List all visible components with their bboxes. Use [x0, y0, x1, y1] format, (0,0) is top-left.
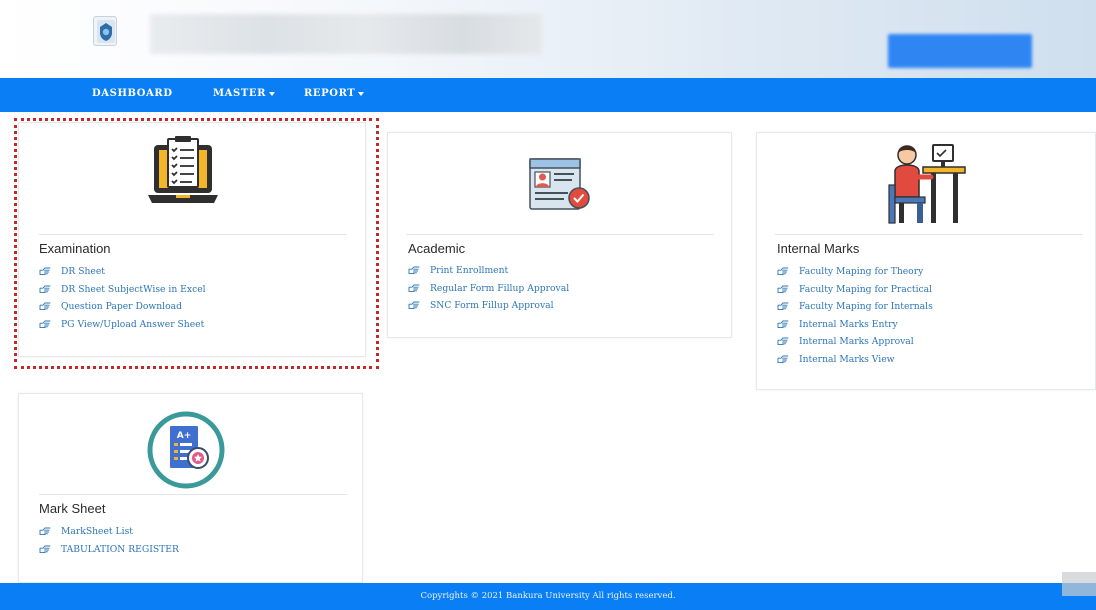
hand-point-right-icon: [39, 320, 51, 329]
academic-title: Academic: [408, 241, 466, 256]
grade-badge-text: A+: [177, 431, 192, 441]
hand-point-right-icon: [408, 266, 420, 275]
internal-marks-card: Internal Marks Faculty Maping for Theory…: [756, 132, 1096, 390]
hand-point-right-icon: [408, 301, 420, 310]
academic-card: Academic Print Enrollment Regular Form F…: [387, 132, 732, 338]
link-faculty-maping-theory[interactable]: Faculty Maping for Theory: [777, 263, 933, 281]
link-marksheet-list[interactable]: MarkSheet List: [39, 523, 179, 541]
footer: Copyrights © 2021 Bankura University All…: [0, 583, 1096, 610]
scroll-to-top-button[interactable]: [1062, 572, 1096, 596]
link-dr-sheet-subjectwise[interactable]: DR Sheet SubjectWise in Excel: [39, 281, 206, 299]
link-internal-marks-view[interactable]: Internal Marks View: [777, 351, 933, 369]
link-snc-form-fillup-approval[interactable]: SNC Form Fillup Approval: [408, 297, 569, 315]
laptop-checklist-icon: [148, 136, 218, 203]
id-card-icon: [529, 158, 590, 210]
academic-links: Print Enrollment Regular Form Fillup App…: [408, 262, 569, 315]
link-label: PG View/Upload Answer Sheet: [61, 318, 205, 330]
internal-marks-links: Faculty Maping for Theory Faculty Maping…: [777, 263, 933, 368]
hand-point-right-icon: [408, 284, 420, 293]
link-label: Print Enrollment: [430, 265, 509, 277]
mark-sheet-title: Mark Sheet: [39, 501, 106, 516]
grade-sheet-icon: A+: [147, 411, 225, 489]
blurred-header-button[interactable]: [888, 34, 1032, 68]
card-divider: [39, 494, 347, 495]
examination-title: Examination: [39, 241, 111, 256]
card-divider: [775, 234, 1083, 235]
examination-links: DR Sheet DR Sheet SubjectWise in Excel Q…: [39, 263, 206, 333]
chevron-down-icon: [269, 91, 276, 96]
nav-dashboard-label: DASHBOARD: [92, 88, 173, 99]
nav-report-label: REPORT: [304, 88, 356, 99]
link-label: DR Sheet: [61, 266, 105, 278]
main-navbar: DASHBOARD MASTER REPORT: [0, 78, 1096, 112]
link-label: Faculty Maping for Internals: [799, 301, 933, 313]
hand-point-right-icon: [39, 267, 51, 276]
person-at-desk-icon: [888, 144, 966, 224]
internal-marks-title: Internal Marks: [777, 241, 860, 256]
nav-master[interactable]: MASTER: [213, 88, 276, 99]
hand-point-right-icon: [777, 302, 789, 311]
nav-report[interactable]: REPORT: [304, 88, 365, 99]
link-label: Faculty Maping for Practical: [799, 283, 933, 295]
nav-master-label: MASTER: [213, 88, 267, 99]
link-label: SNC Form Fillup Approval: [430, 300, 554, 312]
hand-point-right-icon: [39, 527, 51, 536]
link-label: Internal Marks View: [799, 353, 895, 365]
card-divider: [39, 234, 347, 235]
link-label: MarkSheet List: [61, 526, 133, 538]
link-tabulation-register[interactable]: TABULATION REGISTER: [39, 541, 179, 559]
hand-point-right-icon: [777, 267, 789, 276]
link-faculty-maping-practical[interactable]: Faculty Maping for Practical: [777, 281, 933, 299]
link-label: Faculty Maping for Theory: [799, 266, 924, 278]
link-question-paper-download[interactable]: Question Paper Download: [39, 298, 206, 316]
nav-dashboard[interactable]: DASHBOARD: [92, 88, 173, 99]
hand-point-right-icon: [39, 302, 51, 311]
hand-point-right-icon: [777, 320, 789, 329]
link-internal-marks-approval[interactable]: Internal Marks Approval: [777, 333, 933, 351]
link-label: DR Sheet SubjectWise in Excel: [61, 283, 206, 295]
examination-card: Examination DR Sheet DR Sheet SubjectWis…: [18, 122, 366, 357]
footer-copyright: Copyrights © 2021 Bankura University All…: [420, 591, 676, 601]
hand-point-right-icon: [777, 355, 789, 364]
link-regular-form-fillup-approval[interactable]: Regular Form Fillup Approval: [408, 280, 569, 298]
link-internal-marks-entry[interactable]: Internal Marks Entry: [777, 316, 933, 334]
link-pg-upload-answer-sheet[interactable]: PG View/Upload Answer Sheet: [39, 316, 206, 334]
card-divider: [406, 234, 714, 235]
link-print-enrollment[interactable]: Print Enrollment: [408, 262, 569, 280]
chevron-down-icon: [358, 91, 365, 96]
top-header: [0, 0, 1096, 78]
link-dr-sheet[interactable]: DR Sheet: [39, 263, 206, 281]
link-label: Question Paper Download: [61, 301, 182, 313]
link-label: TABULATION REGISTER: [61, 543, 179, 555]
mark-sheet-card: A+ Mark Sheet MarkSheet List TABULATION …: [18, 393, 363, 583]
link-label: Internal Marks Entry: [799, 318, 898, 330]
link-faculty-maping-internals[interactable]: Faculty Maping for Internals: [777, 298, 933, 316]
mark-sheet-links: MarkSheet List TABULATION REGISTER: [39, 523, 179, 558]
hand-point-right-icon: [777, 285, 789, 294]
hand-point-right-icon: [777, 337, 789, 346]
university-logo: [93, 16, 117, 46]
link-label: Regular Form Fillup Approval: [430, 282, 570, 294]
blurred-banner-title: [150, 14, 542, 54]
hand-point-right-icon: [39, 285, 51, 294]
hand-point-right-icon: [39, 545, 51, 554]
link-label: Internal Marks Approval: [799, 336, 914, 348]
